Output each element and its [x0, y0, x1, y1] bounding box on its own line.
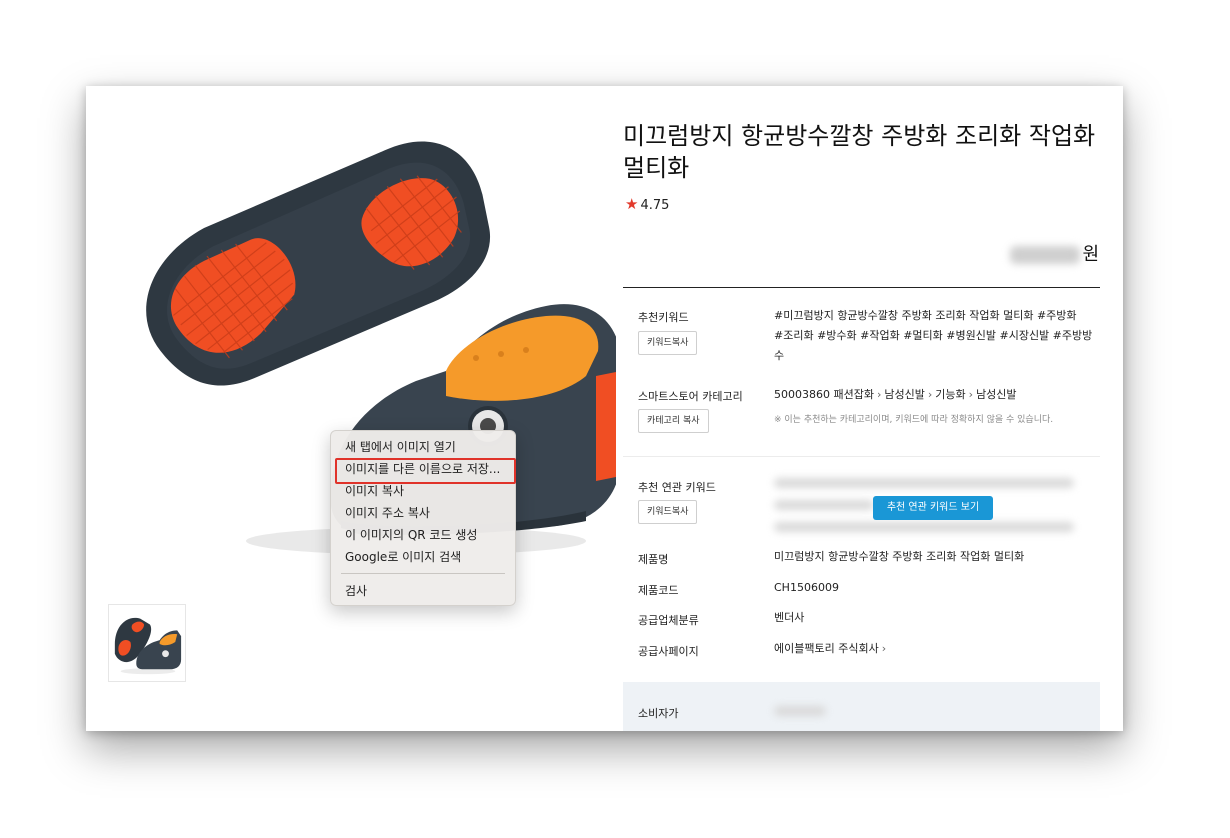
view-related-keywords-button[interactable]: 추천 연관 키워드 보기 — [873, 496, 993, 520]
section-divider — [623, 456, 1100, 457]
supplier-type-value: 벤더사 — [774, 611, 805, 624]
consumer-price-box — [623, 682, 1100, 731]
supplier-type-label: 공급업체분류 — [638, 614, 699, 627]
supplier-page-label: 공급사페이지 — [638, 645, 699, 658]
product-thumbnail[interactable] — [108, 604, 186, 682]
product-rating: ★ 4.75 — [625, 195, 669, 213]
consumer-price-blurred — [774, 706, 826, 716]
product-page: 새 탭에서 이미지 열기 이미지를 다른 이름으로 저장... 이미지 복사 이… — [86, 86, 1123, 731]
ctx-open-image-new-tab[interactable]: 새 탭에서 이미지 열기 — [331, 436, 515, 458]
chevron-right-icon: › — [881, 642, 887, 655]
keywords-label: 추천키워드 — [638, 311, 689, 324]
category-note: ※ 이는 추천하는 카테고리이며, 키워드에 따라 정확하지 않을 수 있습니다… — [774, 415, 1054, 425]
category-copy-button[interactable]: 카테고리 복사 — [638, 409, 709, 433]
title-divider — [623, 287, 1100, 288]
rating-value: 4.75 — [640, 198, 670, 213]
ctx-save-image-as[interactable]: 이미지를 다른 이름으로 저장... — [331, 458, 516, 484]
product-code-label: 제품코드 — [638, 584, 679, 597]
context-menu: 새 탭에서 이미지 열기 이미지를 다른 이름으로 저장... 이미지 복사 이… — [330, 430, 516, 606]
category-label: 스마트스토어 카테고리 — [638, 390, 743, 403]
ctx-search-image-google[interactable]: Google로 이미지 검색 — [331, 546, 515, 568]
keywords-value: #미끄럼방지 항균방수깔창 주방화 조리화 작업화 멀티화 #주방화 #조리화 … — [774, 309, 1093, 362]
consumer-price-label: 소비자가 — [638, 707, 679, 720]
related-keywords-blurred-1 — [774, 478, 1074, 488]
ctx-separator — [341, 573, 505, 574]
related-keywords-blurred-3 — [774, 522, 1074, 532]
keyword-copy-button[interactable]: 키워드복사 — [638, 331, 698, 355]
supplier-page-link[interactable]: 에이블팩토리 주식회사 › — [774, 639, 889, 659]
product-title: 미끄럼방지 항균방수깔창 주방화 조리화 작업화 멀티화 — [623, 122, 1096, 182]
product-name-label: 제품명 — [638, 553, 669, 566]
star-icon: ★ — [625, 195, 639, 213]
related-keywords-label: 추천 연관 키워드 — [638, 481, 716, 494]
related-keywords-blurred-2 — [774, 500, 874, 510]
product-price: 원 — [1010, 240, 1099, 266]
ctx-create-qr-code[interactable]: 이 이미지의 QR 코드 생성 — [331, 524, 515, 546]
product-code-value: CH1506009 — [774, 581, 839, 594]
chevron-right-icon: › — [927, 388, 933, 401]
category-path: 50003860 패션잡화 › 남성신발 › 기능화 › 남성신발 — [774, 385, 1104, 405]
chevron-right-icon: › — [968, 388, 974, 401]
related-keyword-copy-button[interactable]: 키워드복사 — [638, 500, 698, 524]
shoe-thumbnail-image — [114, 617, 182, 675]
chevron-right-icon: › — [876, 388, 882, 401]
ctx-inspect[interactable]: 검사 — [331, 580, 515, 602]
product-name-value: 미끄럼방지 항균방수깔창 주방화 조리화 작업화 멀티화 — [774, 550, 1025, 563]
price-unit: 원 — [1082, 244, 1099, 265]
price-value-blurred — [1010, 246, 1081, 264]
ctx-copy-image-address[interactable]: 이미지 주소 복사 — [331, 502, 515, 524]
